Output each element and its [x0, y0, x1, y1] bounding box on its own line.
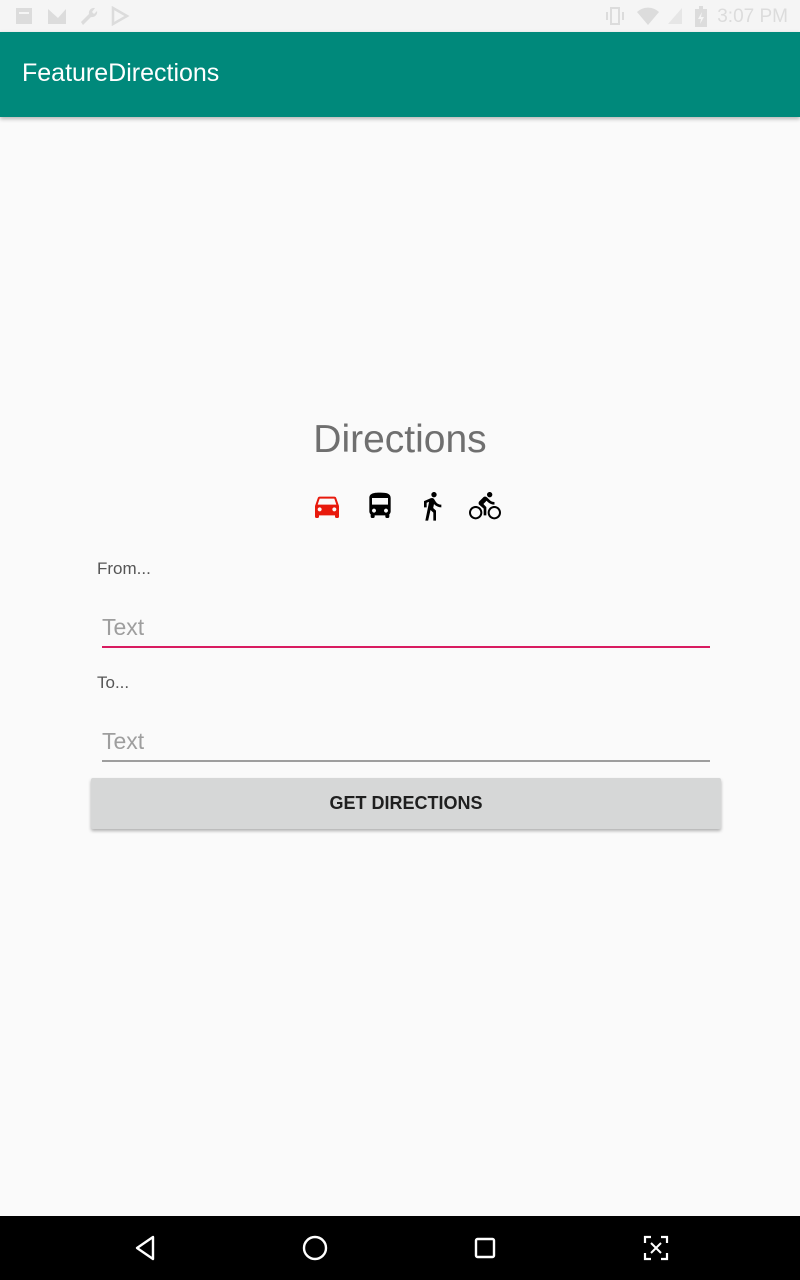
wifi-icon: [637, 7, 659, 25]
page-title: Directions: [313, 418, 487, 461]
car-icon[interactable]: [311, 490, 343, 522]
bike-icon[interactable]: [469, 490, 501, 522]
walk-icon[interactable]: [416, 490, 448, 522]
navigation-bar: [0, 1216, 800, 1280]
screenshot-icon[interactable]: [641, 1233, 671, 1263]
bus-icon[interactable]: [364, 490, 396, 522]
to-label: To...: [97, 673, 130, 692]
status-time: 3:07 PM: [717, 6, 788, 27]
battery-icon: [695, 6, 707, 27]
status-bar: 3:07 PM: [0, 0, 800, 32]
from-label: From...: [97, 559, 151, 578]
back-icon[interactable]: [131, 1233, 161, 1263]
to-input[interactable]: [102, 722, 710, 762]
app-bar: FeatureDirections: [0, 32, 800, 117]
app-title: FeatureDirections: [22, 59, 220, 87]
no-signal-icon: [48, 9, 66, 24]
wrench-icon: [81, 7, 98, 26]
home-icon[interactable]: [300, 1233, 330, 1263]
get-directions-button[interactable]: GET DIRECTIONS: [91, 778, 721, 829]
from-input[interactable]: [102, 608, 710, 648]
recents-icon[interactable]: [470, 1233, 500, 1263]
play-store-icon: [111, 6, 130, 26]
notification-icon: [16, 8, 32, 24]
vibrate-icon: [606, 7, 624, 25]
signal-icon: [668, 8, 682, 24]
